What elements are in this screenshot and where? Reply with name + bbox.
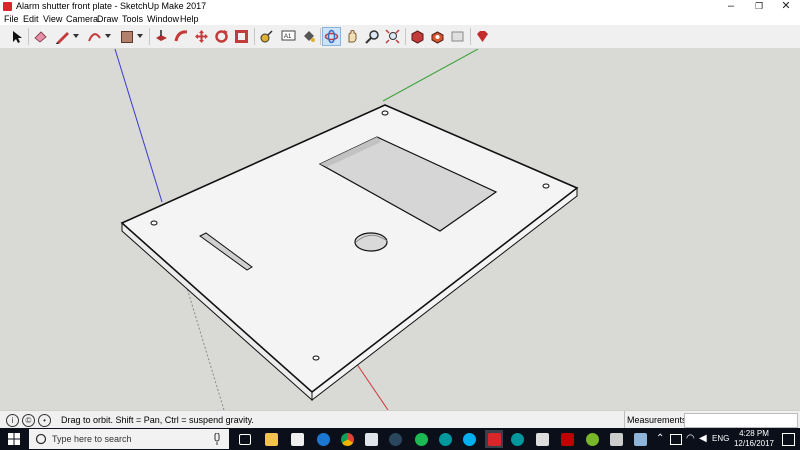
start-button[interactable] xyxy=(0,428,28,450)
paint-bucket-icon[interactable] xyxy=(300,28,317,45)
steam-icon[interactable] xyxy=(386,430,404,448)
windows-icon xyxy=(8,433,20,445)
mounting-hole xyxy=(150,220,158,226)
measurements-input[interactable] xyxy=(684,413,798,428)
measurements-label: Measurements xyxy=(624,411,687,429)
sketchup-icon[interactable] xyxy=(485,430,503,448)
push-pull-icon[interactable] xyxy=(153,28,170,45)
microphone-icon xyxy=(214,433,220,445)
mounting-hole xyxy=(381,110,389,116)
media-icon[interactable] xyxy=(607,430,625,448)
select-icon[interactable] xyxy=(8,28,25,45)
pencil-line-icon[interactable] xyxy=(54,28,71,45)
menu-tools[interactable]: Tools xyxy=(122,13,143,25)
close-button[interactable]: ✕ xyxy=(772,0,800,13)
spotify-icon[interactable] xyxy=(412,430,430,448)
menu-camera[interactable]: Camera xyxy=(66,13,98,25)
sketchup-app-icon xyxy=(3,2,12,11)
paint-icon[interactable] xyxy=(631,430,649,448)
follow-me-icon[interactable] xyxy=(173,28,190,45)
language-indicator[interactable]: ENG xyxy=(712,428,729,450)
blue-axis xyxy=(114,49,163,203)
title-bar: Alarm shutter front plate - SketchUp Mak… xyxy=(0,0,800,13)
chrome-icon[interactable] xyxy=(338,430,356,448)
chevron-up-icon[interactable]: ⌃ xyxy=(656,428,664,450)
file-explorer-icon[interactable] xyxy=(262,430,280,448)
search-icon xyxy=(35,433,47,445)
mounting-hole xyxy=(542,183,550,189)
action-center-icon[interactable] xyxy=(782,433,795,446)
taskbar: Type here to search ⌃ ◠ ◀ ENG 4:28 PM 12… xyxy=(0,428,800,450)
credits-icon[interactable]: © xyxy=(22,414,35,427)
rectangle-icon[interactable] xyxy=(118,28,135,45)
eraser-icon[interactable] xyxy=(32,28,49,45)
mounting-hole xyxy=(312,355,320,361)
shape-dropdown-icon[interactable] xyxy=(137,34,143,38)
extension-warehouse-icon[interactable] xyxy=(429,28,446,45)
window-title: Alarm shutter front plate - SketchUp Mak… xyxy=(16,1,207,11)
green-axis xyxy=(382,49,479,102)
menu-edit[interactable]: Edit xyxy=(23,13,39,25)
store-icon[interactable] xyxy=(288,430,306,448)
maximize-button[interactable]: ❐ xyxy=(745,0,773,13)
arduino-icon[interactable] xyxy=(508,430,526,448)
mail-icon[interactable] xyxy=(362,430,380,448)
status-message: Drag to orbit. Shift = Pan, Ctrl = suspe… xyxy=(61,415,254,425)
arc-dropdown-icon[interactable] xyxy=(105,34,111,38)
main-toolbar: A1 xyxy=(0,25,800,49)
minimize-button[interactable]: – xyxy=(717,0,745,13)
battery-icon[interactable] xyxy=(670,434,682,445)
tape-measure-icon[interactable] xyxy=(258,28,275,45)
modeling-viewport[interactable] xyxy=(0,49,800,410)
zoom-icon[interactable] xyxy=(364,28,381,45)
search-placeholder: Type here to search xyxy=(52,434,132,444)
status-bar: i © • Drag to orbit. Shift = Pan, Ctrl =… xyxy=(0,410,800,429)
menu-window[interactable]: Window xyxy=(147,13,179,25)
arc-icon[interactable] xyxy=(86,28,103,45)
clock-time[interactable]: 4:28 PM xyxy=(732,429,776,439)
menu-file[interactable]: File xyxy=(4,13,19,25)
arduino-icon[interactable] xyxy=(436,430,454,448)
menu-bar: File Edit View Camera Draw Tools Window … xyxy=(0,13,800,25)
utorrent-icon[interactable] xyxy=(583,430,601,448)
network-icon[interactable]: ◠ xyxy=(686,428,695,450)
picture-icon[interactable] xyxy=(533,430,551,448)
volume-icon[interactable]: ◀ xyxy=(699,428,707,450)
svg-text:A1: A1 xyxy=(284,34,292,40)
menu-help[interactable]: Help xyxy=(180,13,199,25)
menu-view[interactable]: View xyxy=(43,13,62,25)
zoom-extents-icon[interactable] xyxy=(384,28,401,45)
skype-icon[interactable] xyxy=(460,430,478,448)
user-icon[interactable]: • xyxy=(38,414,51,427)
clock-date[interactable]: 12/16/2017 xyxy=(732,439,776,449)
edge-icon[interactable] xyxy=(314,430,332,448)
model-canvas[interactable] xyxy=(0,49,800,410)
move-icon[interactable] xyxy=(193,28,210,45)
menu-draw[interactable]: Draw xyxy=(97,13,118,25)
line-dropdown-icon[interactable] xyxy=(73,34,79,38)
task-view-icon[interactable] xyxy=(236,430,254,448)
filezilla-icon[interactable] xyxy=(558,430,576,448)
warehouse-icon[interactable] xyxy=(409,28,426,45)
geo-location-icon[interactable]: i xyxy=(6,414,19,427)
search-box[interactable]: Type here to search xyxy=(29,429,229,449)
rotate-icon[interactable] xyxy=(213,28,230,45)
ruby-icon[interactable] xyxy=(474,28,491,45)
pan-icon[interactable] xyxy=(344,28,361,45)
text-icon[interactable]: A1 xyxy=(280,28,297,45)
layout-icon[interactable] xyxy=(449,28,466,45)
offset-icon[interactable] xyxy=(233,28,250,45)
orbit-icon[interactable] xyxy=(322,27,341,46)
